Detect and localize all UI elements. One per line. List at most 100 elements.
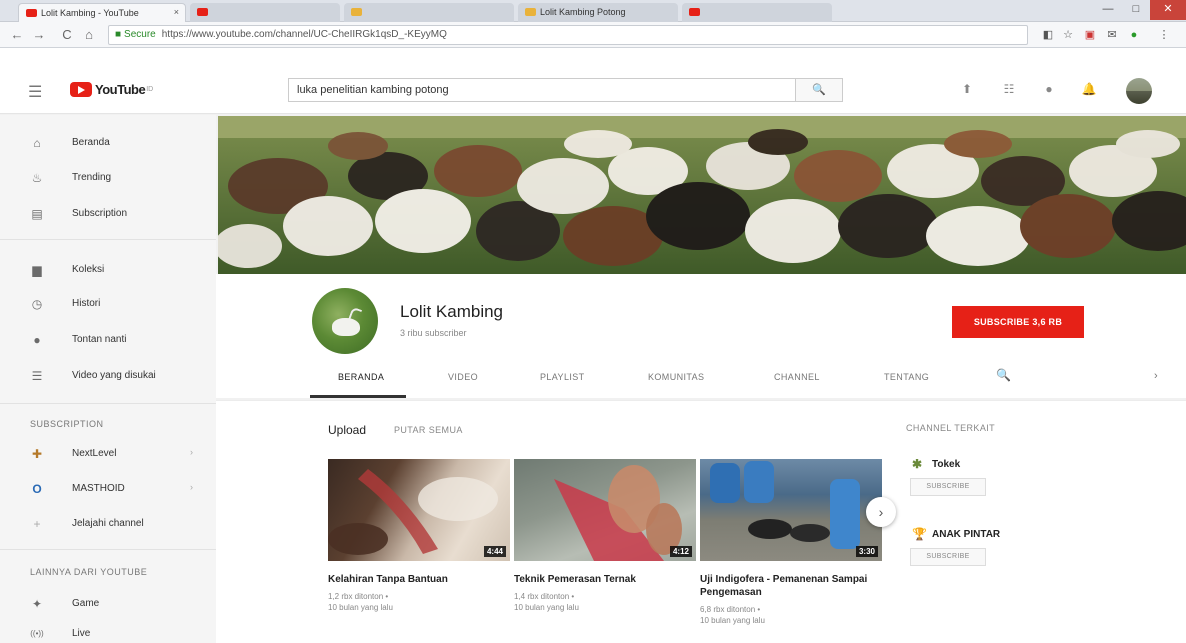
sidebar-item-label: Subscription <box>72 208 128 219</box>
extension-icon[interactable]: ▣ <box>1082 27 1098 43</box>
video-thumbnail[interactable]: 4:12 <box>514 459 696 561</box>
account-avatar[interactable] <box>1126 78 1152 104</box>
subscription-heading: SUBSCRIPTION <box>30 419 104 429</box>
reload-button[interactable]: C <box>58 26 76 44</box>
tab-title: Lolit Kambing - YouTube <box>41 8 139 18</box>
browser-tab[interactable] <box>190 3 340 22</box>
related-channel-name[interactable]: ✱ Tokek <box>910 457 1030 471</box>
browser-menu-icon[interactable]: ⋮ <box>1156 27 1172 43</box>
sidebar-item-browse-channels[interactable]: + Jelajahi channel <box>0 511 216 539</box>
related-subscribe-button[interactable]: SUBSCRIBE <box>910 548 986 566</box>
window-controls: — □ ✕ <box>1094 0 1186 20</box>
subscribe-button[interactable]: SUBSCRIBE 3,6 RB <box>952 306 1084 338</box>
goat-shape <box>332 318 360 336</box>
chevron-right-icon: › <box>878 504 884 520</box>
tab-beranda[interactable]: BERANDA <box>338 372 384 382</box>
tab-tentang[interactable]: TENTANG <box>884 372 929 382</box>
tab-close-icon[interactable]: × <box>174 7 179 17</box>
video-views: 1,4 rbx ditonton • <box>514 592 575 601</box>
search-icon: 🔍 <box>812 84 826 96</box>
bookmark-star-icon[interactable]: ☆ <box>1060 27 1076 43</box>
sidebar-item-koleksi[interactable]: ▆ Koleksi <box>0 257 216 285</box>
video-duration: 4:12 <box>669 546 692 557</box>
sidebar-divider <box>0 403 216 404</box>
browser-tab[interactable] <box>344 3 514 22</box>
sidebar-item-label: Histori <box>72 298 101 309</box>
watch-later-icon: ● <box>33 333 41 347</box>
play-all-button[interactable]: PUTAR SEMUA <box>394 425 463 435</box>
search-button[interactable]: 🔍 <box>795 78 843 102</box>
history-icon: ◷ <box>31 297 43 311</box>
extension-icon[interactable]: ● <box>1126 27 1142 43</box>
close-window-button[interactable]: ✕ <box>1150 0 1186 20</box>
channel-name: Lolit Kambing <box>400 302 504 321</box>
hamburger-menu-icon[interactable]: ☰ <box>28 82 42 102</box>
sidebar-divider <box>0 239 216 240</box>
messages-icon[interactable]: ● <box>1040 82 1058 98</box>
sidebar-item-masthoid[interactable]: O MASTHOID › <box>0 476 216 504</box>
minimize-button[interactable]: — <box>1094 0 1122 20</box>
search-input[interactable]: luka penelitian kambing potong <box>288 78 796 102</box>
browser-tab-youtube[interactable]: Lolit Kambing - YouTube × <box>18 3 186 22</box>
related-channel[interactable]: ✱ Tokek SUBSCRIBE <box>910 457 1030 496</box>
video-card[interactable]: 4:44 Kelahiran Tanpa Bantuan 1,2 rbx dit… <box>328 459 510 613</box>
sidebar-item-beranda[interactable]: ⌂ Beranda <box>0 130 216 158</box>
chevron-right-icon: › <box>190 447 193 457</box>
video-views: 1,2 rbx ditonton • <box>328 592 389 601</box>
back-button[interactable]: ← <box>8 26 26 44</box>
home-icon: ⌂ <box>33 136 41 150</box>
channel-avatar[interactable] <box>312 288 378 354</box>
sidebar-item-label: Trending <box>72 172 112 183</box>
tab-playlist[interactable]: PLAYLIST <box>540 372 585 382</box>
chevron-right-icon[interactable]: › <box>1154 370 1158 382</box>
subscriptions-icon: ▤ <box>31 207 43 221</box>
related-subscribe-button[interactable]: SUBSCRIBE <box>910 478 986 496</box>
sidebar-item-subscription[interactable]: ▤ Subscription <box>0 201 216 229</box>
tab-video[interactable]: VIDEO <box>448 372 478 382</box>
trophy-icon: 🏆 <box>912 527 927 541</box>
forward-button[interactable]: → <box>30 26 48 44</box>
banner-image <box>218 116 1186 274</box>
video-card[interactable]: 4:12 Teknik Pemerasan Ternak 1,4 rbx dit… <box>514 459 696 613</box>
youtube-logo[interactable]: YouTube ID <box>70 82 153 97</box>
sidebar-item-trending[interactable]: ♨ Trending <box>0 165 216 193</box>
sidebar-item-live[interactable]: ((•)) Live <box>0 621 216 643</box>
channel-search-icon[interactable]: 🔍 <box>996 368 1011 382</box>
logo-region: ID <box>146 86 154 93</box>
sidebar-item-label: Tontan nanti <box>72 334 127 345</box>
maximize-button[interactable]: □ <box>1122 0 1150 20</box>
home-button[interactable]: ⌂ <box>80 26 98 44</box>
sidebar-item-nextlevel[interactable]: ✚ NextLevel › <box>0 441 216 469</box>
video-title[interactable]: Kelahiran Tanpa Bantuan <box>328 573 510 586</box>
video-title[interactable]: Uji Indigofera - Pemanenan Sampai Pengem… <box>700 573 882 599</box>
notifications-icon[interactable]: 🔔 <box>1080 82 1098 98</box>
carousel-next-button[interactable]: › <box>866 497 896 527</box>
related-channel-name[interactable]: 🏆 ANAK PINTAR <box>910 527 1030 541</box>
apps-icon[interactable]: ☷ <box>1000 82 1018 98</box>
tab-channel[interactable]: CHANNEL <box>774 372 820 382</box>
related-channel[interactable]: 🏆 ANAK PINTAR SUBSCRIBE <box>910 527 1030 566</box>
section-title[interactable]: Upload <box>328 423 366 437</box>
secure-label: Secure <box>124 29 156 40</box>
video-title[interactable]: Teknik Pemerasan Ternak <box>514 573 696 586</box>
sidebar-item-histori[interactable]: ◷ Histori <box>0 291 216 319</box>
video-thumbnail[interactable]: 4:44 <box>328 459 510 561</box>
video-card[interactable]: 3:30 Uji Indigofera - Pemanenan Sampai P… <box>700 459 882 626</box>
sidebar-item-liked-videos[interactable]: ☰ Video yang disukai <box>0 363 216 391</box>
browser-tab[interactable] <box>682 3 832 22</box>
sidebar-item-game[interactable]: ✦ Game <box>0 591 216 619</box>
related-channels-title: CHANNEL TERKAIT <box>906 423 996 433</box>
browser-tab[interactable]: Lolit Kambing Potong <box>518 3 678 22</box>
extension-icon[interactable]: ◧ <box>1040 27 1056 43</box>
upload-icon[interactable]: ⬆ <box>958 82 976 98</box>
video-thumbnail[interactable]: 3:30 <box>700 459 882 561</box>
tab-komunitas[interactable]: KOMUNITAS <box>648 372 704 382</box>
browser-tab-bar: Lolit Kambing - YouTube × Lolit Kambing … <box>0 0 1186 22</box>
address-bar[interactable]: ■ Secure https://www.youtube.com/channel/U… <box>108 25 1028 45</box>
flame-icon: ♨ <box>31 171 43 185</box>
sidebar-item-watch-later[interactable]: ● Tontan nanti <box>0 327 216 355</box>
video-duration: 3:30 <box>855 546 878 557</box>
video-duration: 4:44 <box>483 546 506 557</box>
youtube-masthead: ☰ YouTube ID luka penelitian kambing pot… <box>0 48 1186 114</box>
mail-icon[interactable]: ✉ <box>1104 27 1120 43</box>
